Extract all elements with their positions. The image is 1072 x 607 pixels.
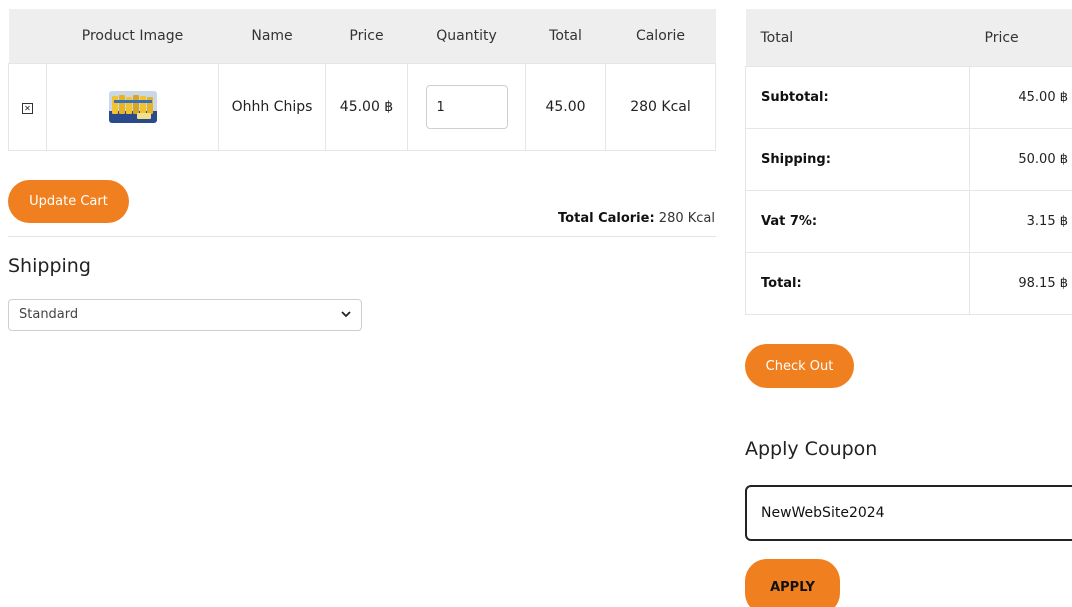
grand-total-value: 98.15 ฿ [969,252,1072,315]
summary-row: Total: 98.15 ฿ [745,252,1072,315]
chevron-down-icon [341,300,351,343]
summary-row: Vat 7%: 3.15 ฿ [745,190,1072,253]
product-calorie: 280 Kcal [605,63,716,151]
col-header-price: Price [325,9,408,64]
shipping-cost-label: Shipping: [745,128,970,191]
remove-cell: ✕ [8,63,47,151]
subtotal-value: 45.00 ฿ [969,66,1072,129]
summary-header-row: Total Price [745,9,1072,67]
divider [8,236,716,237]
col-header-remove [8,9,47,64]
total-calorie: Total Calorie: 280 Kcal [558,211,715,226]
col-header-calorie: Calorie [605,9,716,64]
cart-page: Product Image Name Price Quantity Total … [0,0,1072,607]
quantity-cell [407,63,526,151]
product-name: Ohhh Chips [218,63,326,151]
product-price: 45.00 ฿ [325,63,408,151]
summary-header-total: Total [745,9,970,67]
cart-table: Product Image Name Price Quantity Total … [8,9,716,151]
shipping-select[interactable]: Standard [8,299,362,331]
product-total: 45.00 [525,63,606,151]
quantity-input[interactable] [425,85,508,129]
update-cart-button[interactable]: Update Cart [8,180,129,223]
checkout-button[interactable]: Check Out [745,344,854,388]
col-header-name: Name [218,9,326,64]
coupon-input[interactable] [745,485,1072,541]
cart-summary-table: Total Price Subtotal: 45.00 ฿ Shipping: … [745,9,1072,315]
grand-total-label: Total: [745,252,970,315]
total-calorie-value: 280 Kcal [658,211,715,226]
col-header-quantity: Quantity [407,9,526,64]
summary-row: Subtotal: 45.00 ฿ [745,66,1072,129]
cart-header-row: Product Image Name Price Quantity Total … [8,9,716,64]
col-header-total: Total [525,9,606,64]
table-row: ✕ Ohhh Chips 45.00 ฿ 1 45.00 280 Kcal [8,63,716,151]
subtotal-label: Subtotal: [745,66,970,129]
apply-coupon-button[interactable]: APPLY [745,559,840,607]
summary-row: Shipping: 50.00 ฿ [745,128,1072,191]
vat-value: 3.15 ฿ [969,190,1072,253]
col-header-product-image: Product Image [46,9,219,64]
vat-label: Vat 7%: [745,190,970,253]
coupon-title: Apply Coupon [745,438,878,460]
total-calorie-label: Total Calorie: [558,211,655,226]
remove-item-icon[interactable]: ✕ [22,103,33,114]
shipping-selected-value: Standard [19,307,79,322]
summary-header-price: Price [969,9,1072,67]
shipping-cost-value: 50.00 ฿ [969,128,1072,191]
product-image-cell [46,63,219,151]
shipping-title: Shipping [8,255,91,277]
product-image[interactable] [108,91,157,123]
